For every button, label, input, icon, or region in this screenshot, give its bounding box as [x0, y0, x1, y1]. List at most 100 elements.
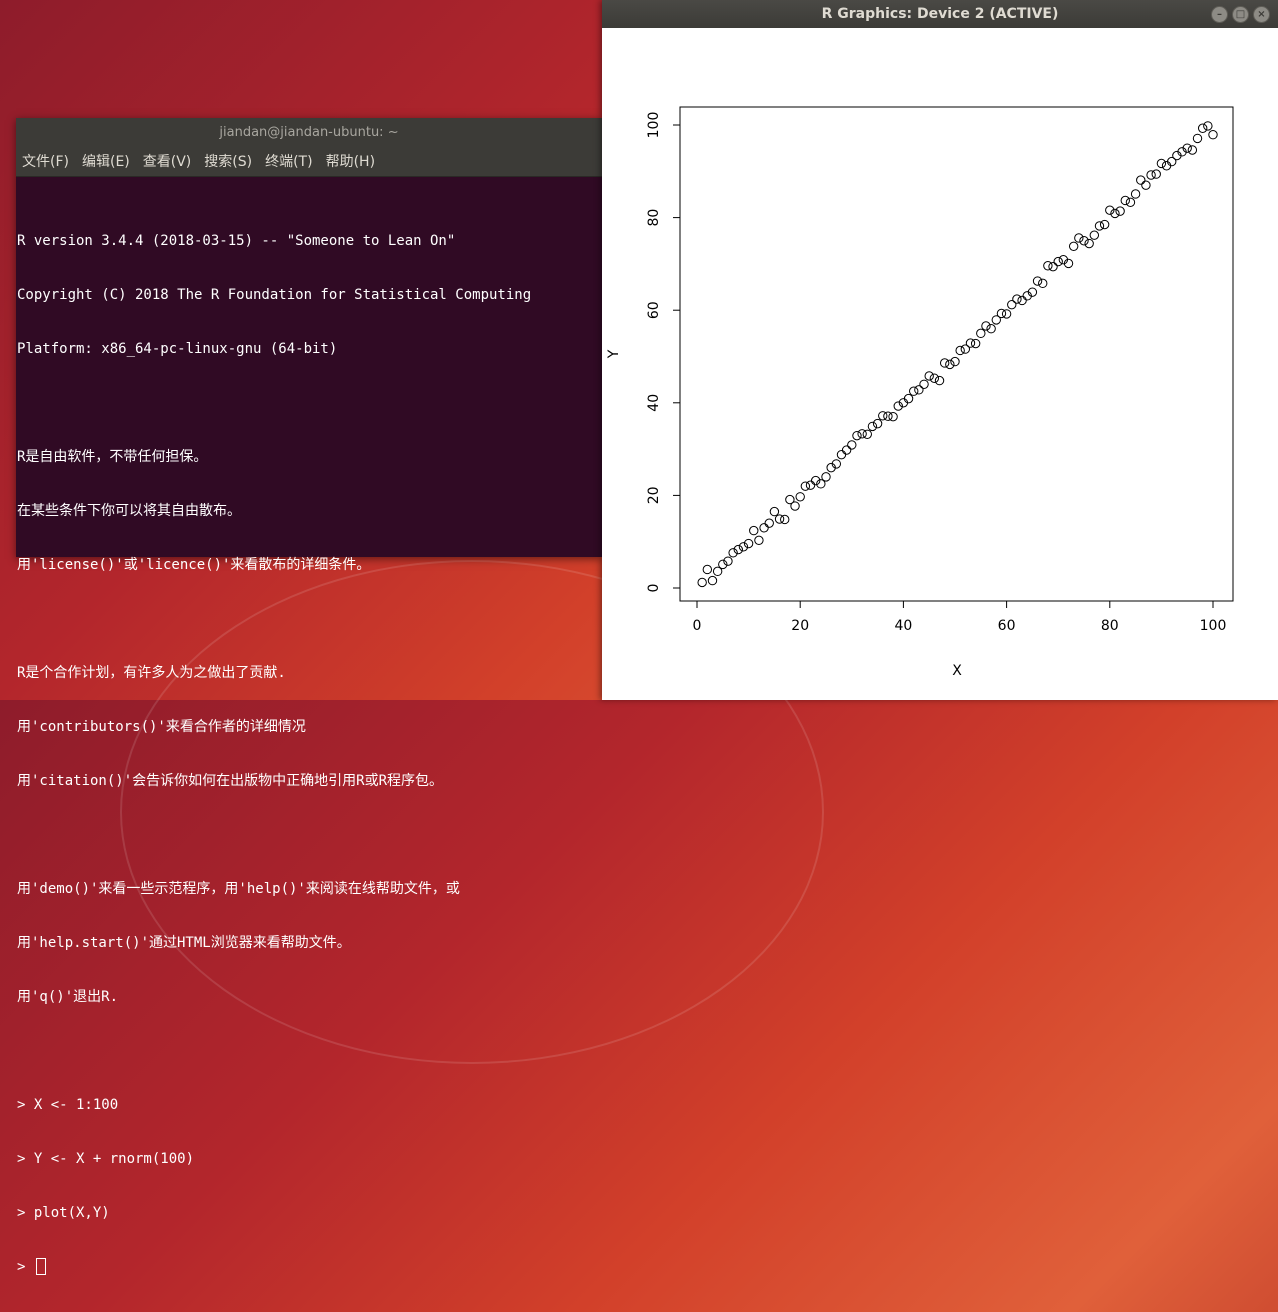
data-point [986, 324, 996, 334]
data-point [862, 429, 872, 439]
r-graphics-window[interactable]: R Graphics: Device 2 (ACTIVE) – □ × 0 20 4… [602, 0, 1278, 700]
graphics-titlebar[interactable]: R Graphics: Device 2 (ACTIVE) – □ × [602, 0, 1278, 28]
data-point [697, 577, 707, 588]
terminal-line: > X <- 1:100 [17, 1097, 119, 1113]
terminal-prompt: > [17, 1259, 34, 1275]
close-icon[interactable]: × [1253, 6, 1270, 23]
data-point [929, 373, 940, 383]
data-point [852, 430, 862, 441]
data-point [1125, 197, 1136, 208]
terminal-line: 用'citation()'会告诉你如何在出版物中正确地引用R或R程序包。 [17, 773, 444, 789]
terminal-line: 用'q()'退出R. [17, 989, 119, 1005]
data-point [970, 338, 981, 349]
menu-file[interactable]: 文件(F) [22, 151, 69, 171]
data-point [1068, 241, 1079, 252]
data-point [888, 411, 898, 422]
data-point [795, 492, 805, 502]
terminal-line: R是自由软件，不带任何担保。 [17, 449, 208, 465]
data-point [1197, 123, 1208, 133]
data-point [1094, 221, 1105, 231]
terminal-line: R是个合作计划，有许多人为之做出了贡献. [17, 665, 286, 681]
data-point [780, 514, 790, 525]
data-point [872, 418, 883, 429]
terminal-window[interactable]: jiandan@jiandan-ubuntu: ~ 文件(F) 编辑(E) 查看… [16, 118, 602, 1275]
data-point [1136, 175, 1146, 185]
data-point [1089, 230, 1100, 240]
data-point [919, 379, 929, 389]
data-point [924, 371, 934, 381]
maximize-icon[interactable]: □ [1232, 6, 1249, 23]
terminal-line: 用'contributors()'来看合作者的详细情况 [17, 719, 306, 735]
menu-search[interactable]: 搜索(S) [204, 151, 252, 171]
data-point [1079, 236, 1089, 246]
data-point [955, 345, 965, 356]
data-point [769, 506, 780, 517]
data-point [754, 535, 764, 546]
data-point [1084, 238, 1094, 249]
data-point [1208, 130, 1218, 140]
menu-help[interactable]: 帮助(H) [326, 151, 375, 171]
data-point [821, 472, 831, 482]
data-point [1192, 133, 1203, 144]
y-tick-label: 100 [646, 112, 662, 139]
x-tick-label: 0 [693, 618, 702, 634]
menu-terminal[interactable]: 终端(T) [265, 151, 312, 171]
minimize-icon[interactable]: – [1211, 6, 1228, 23]
data-point [903, 393, 914, 404]
x-tick-label: 20 [791, 618, 809, 634]
data-point [1017, 295, 1027, 306]
data-point [1038, 278, 1048, 289]
data-point [1048, 261, 1058, 272]
data-point [749, 525, 759, 536]
x-tick-label: 100 [1200, 618, 1227, 634]
data-point [945, 359, 955, 370]
terminal-title: jiandan@jiandan-ubuntu: ~ [219, 124, 399, 140]
x-tick-label: 40 [894, 618, 912, 634]
data-point [1203, 121, 1213, 131]
data-point [1053, 256, 1063, 267]
y-axis-label: Y [606, 349, 622, 359]
terminal-prompt-line[interactable]: > [17, 1258, 602, 1276]
data-point [836, 449, 847, 460]
y-tick-label: 60 [646, 301, 662, 319]
terminal-line: 在某些条件下你可以将其自由散布。 [17, 503, 241, 519]
data-point [981, 321, 991, 331]
data-point [1187, 145, 1198, 155]
data-point [939, 358, 950, 368]
data-point [764, 518, 774, 528]
data-point [1161, 161, 1172, 171]
menu-view[interactable]: 查看(V) [143, 151, 192, 171]
x-tick-label: 60 [998, 618, 1016, 634]
scatter-plot: 0 20 40 60 80 100 0 20 40 60 80 100 X Y [606, 106, 1234, 679]
terminal-line: Copyright (C) 2018 The R Foundation for … [17, 287, 532, 303]
data-point [976, 328, 986, 339]
terminal-line: > Y <- X + rnorm(100) [17, 1151, 195, 1167]
data-point [914, 385, 924, 395]
data-point [1099, 219, 1110, 230]
y-axis: 0 20 40 60 80 100 [646, 112, 681, 592]
data-point [1141, 180, 1151, 190]
terminal-output[interactable]: R version 3.4.4 (2018-03-15) -- "Someone… [16, 177, 602, 1312]
terminal-titlebar[interactable]: jiandan@jiandan-ubuntu: ~ [16, 118, 602, 146]
terminal-line: 用'demo()'来看一些示范程序，用'help()'来阅读在线帮助文件，或 [17, 881, 460, 897]
data-point [702, 564, 713, 575]
y-tick-label: 80 [646, 209, 662, 227]
data-point [790, 501, 800, 511]
terminal-menubar: 文件(F) 编辑(E) 查看(V) 搜索(S) 终端(T) 帮助(H) [16, 146, 602, 177]
data-point [867, 421, 878, 432]
data-point [1007, 299, 1017, 310]
data-point [950, 356, 960, 367]
y-tick-label: 40 [646, 394, 662, 412]
x-axis-label: X [952, 663, 962, 679]
terminal-line: Platform: x86_64-pc-linux-gnu (64-bit) [17, 341, 338, 357]
data-point [934, 375, 945, 386]
data-point [805, 480, 816, 490]
data-point [1115, 206, 1125, 216]
menu-edit[interactable]: 编辑(E) [82, 151, 130, 171]
terminal-line: > plot(X,Y) [17, 1205, 110, 1221]
terminal-line: R version 3.4.4 (2018-03-15) -- "Someone… [17, 233, 456, 249]
